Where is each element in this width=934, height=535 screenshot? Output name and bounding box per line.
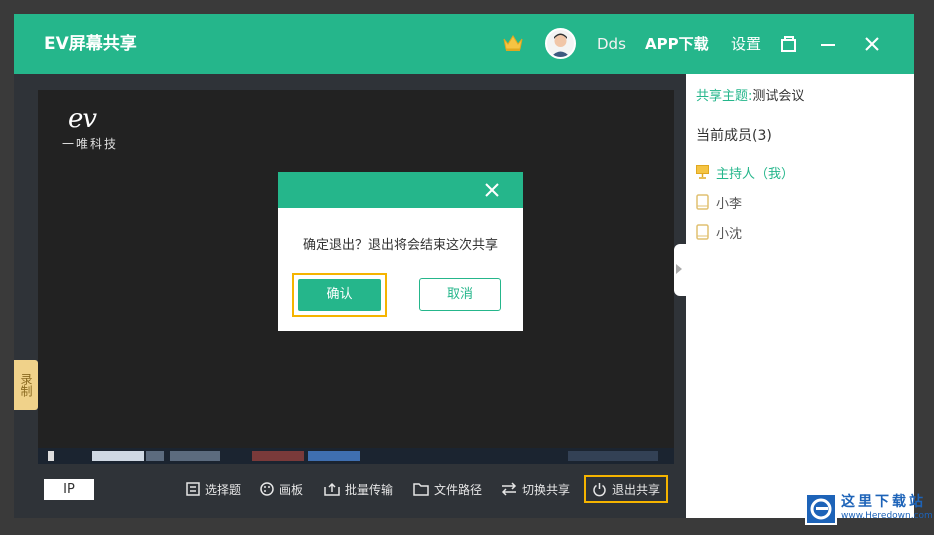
member-name: 小李 <box>716 196 743 212</box>
device-icon <box>696 224 709 240</box>
batch-transfer-button[interactable]: 批量传输 <box>324 478 393 500</box>
meeting-topic: 共享主题:测试会议 <box>696 85 804 104</box>
member-name: 小沈 <box>716 226 743 242</box>
confirm-button[interactable]: 确认 <box>298 279 381 311</box>
start-icon <box>48 451 54 461</box>
host-monitor-icon <box>696 165 709 179</box>
restore-window-icon[interactable] <box>779 34 799 54</box>
tray-area <box>568 451 658 461</box>
quiz-button[interactable]: 选择题 <box>186 478 241 500</box>
settings-link[interactable]: 设置 <box>731 14 761 74</box>
dialog-header <box>278 172 523 208</box>
whiteboard-label: 画板 <box>279 482 304 497</box>
exit-share-button[interactable]: 退出共享 <box>584 475 669 503</box>
bottom-toolbar: IP 选择题 画板 批量传输 文件路径 切换共享 退出共享 <box>14 464 686 518</box>
member-name: 主持人（我） <box>716 166 795 182</box>
switch-share-button[interactable]: 切换共享 <box>501 478 570 500</box>
exit-share-label: 退出共享 <box>612 482 661 497</box>
topic-key: 共享主题: <box>696 89 753 104</box>
taskbar-item <box>146 451 164 461</box>
member-item[interactable]: 小李 <box>696 193 743 212</box>
watermark-logo-icon <box>805 493 837 525</box>
desktop-background: EV屏幕共享 Dds APP下载 设置 ev 一唯科技 录制 IP 选择题 画板… <box>0 0 934 535</box>
quiz-label: 选择题 <box>205 482 242 497</box>
user-avatar[interactable] <box>545 28 576 59</box>
watermark-site-name: 这里下载站 <box>841 494 926 510</box>
cancel-button[interactable]: 取消 <box>419 278 501 311</box>
dialog-close-icon[interactable] <box>483 181 501 199</box>
list-icon <box>186 482 200 496</box>
remote-taskbar <box>38 448 674 464</box>
members-title: 当前成员(3) <box>696 128 772 144</box>
batch-transfer-label: 批量传输 <box>345 482 394 497</box>
file-path-button[interactable]: 文件路径 <box>413 478 482 500</box>
taskbar-item <box>92 451 144 461</box>
chevron-right-icon <box>676 264 682 274</box>
watermark-url: www.Heredown.com <box>841 511 933 521</box>
exit-confirm-dialog: 确定退出？退出将会结束这次共享 确认 取消 <box>278 172 523 331</box>
close-icon[interactable] <box>862 34 882 54</box>
power-icon <box>593 482 606 496</box>
app-download-link[interactable]: APP下载 <box>645 14 709 74</box>
taskbar-item <box>170 451 220 461</box>
site-watermark: 这里下载站 www.Heredown.com <box>805 491 934 535</box>
username[interactable]: Dds <box>597 14 626 74</box>
vip-crown-icon[interactable] <box>502 34 524 52</box>
taskbar-item <box>252 451 304 461</box>
dialog-message: 确定退出？退出将会结束这次共享 <box>302 238 498 253</box>
switch-icon <box>501 482 517 496</box>
whiteboard-button[interactable]: 画板 <box>260 478 303 500</box>
member-item[interactable]: 小沈 <box>696 223 743 242</box>
upload-icon <box>324 482 340 496</box>
taskbar-item <box>308 451 360 461</box>
meeting-panel: 共享主题:测试会议 当前成员(3) 主持人（我） 小李 小沈 <box>674 74 914 518</box>
ip-button[interactable]: IP <box>44 479 94 500</box>
ev-logo: ev <box>68 104 97 134</box>
app-title: EV屏幕共享 <box>44 34 137 54</box>
confirm-highlight: 确认 <box>292 273 387 317</box>
member-item[interactable]: 主持人（我） <box>696 163 795 182</box>
switch-share-label: 切换共享 <box>522 482 571 497</box>
device-icon <box>696 194 709 210</box>
collapse-panel-button[interactable] <box>674 244 686 296</box>
titlebar: EV屏幕共享 Dds APP下载 设置 <box>14 14 914 74</box>
topic-value: 测试会议 <box>752 89 805 104</box>
minimize-icon[interactable] <box>818 34 838 54</box>
file-path-label: 文件路径 <box>434 482 483 497</box>
folder-icon <box>413 483 429 496</box>
record-tab[interactable]: 录制 <box>14 360 38 410</box>
palette-icon <box>260 482 274 496</box>
company-name: 一唯科技 <box>62 137 119 151</box>
